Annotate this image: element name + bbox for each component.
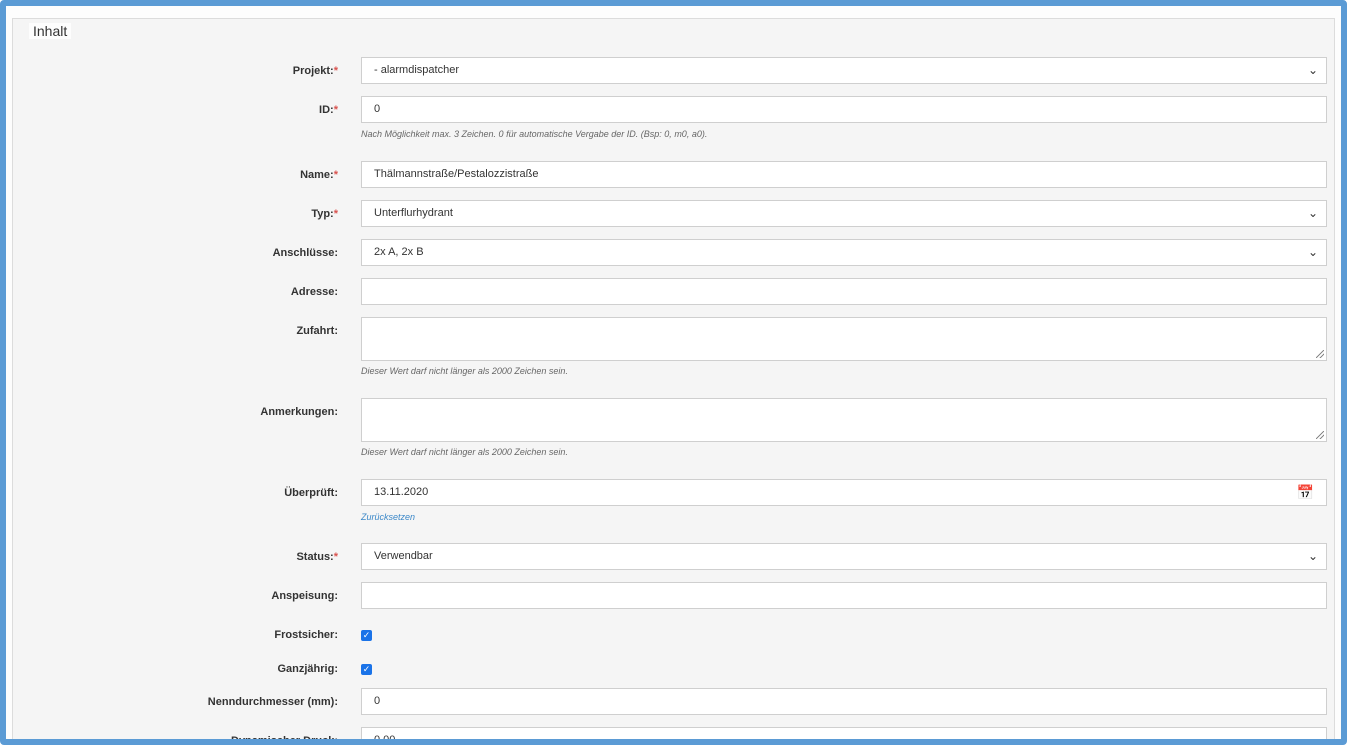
anschluesse-label: Anschlüsse: [272,247,338,259]
checkmark-icon: ✓ [362,664,371,674]
anmerkungen-label: Anmerkungen: [260,406,338,418]
anmerkungen-textarea[interactable] [361,398,1327,442]
dynamischer-druck-input[interactable]: 0.00 [361,727,1327,739]
projekt-label: Projekt:* [292,65,338,77]
ganzjaehrig-checkbox[interactable]: ✓ [361,664,372,675]
zufahrt-label: Zufahrt: [296,325,338,337]
anspeisung-label: Anspeisung: [271,590,338,602]
status-select[interactable]: Verwendbar ⌄ [361,543,1327,570]
zufahrt-help-text: Dieser Wert darf nicht länger als 2000 Z… [361,366,568,376]
id-label: ID:* [319,104,338,116]
chevron-down-icon: ⌄ [1307,63,1318,77]
typ-select[interactable]: Unterflurhydrant ⌄ [361,200,1327,227]
nenndurchmesser-input[interactable]: 0 [361,688,1327,715]
name-label: Name:* [300,169,338,181]
resize-grip-icon[interactable] [1316,350,1324,358]
ganzjaehrig-label: Ganzjährig: [277,663,338,675]
id-help-text: Nach Möglichkeit max. 3 Zeichen. 0 für a… [361,129,708,139]
adresse-input[interactable] [361,278,1327,305]
dynamischer-druck-label: Dynamischer Druck: [231,735,338,745]
anschluesse-select[interactable]: 2x A, 2x B ⌄ [361,239,1327,266]
anspeisung-input[interactable] [361,582,1327,609]
zufahrt-textarea[interactable] [361,317,1327,361]
name-input[interactable]: Thälmannstraße/Pestalozzistraße [361,161,1327,188]
projekt-select[interactable]: - alarmdispatcher ⌄ [361,57,1327,84]
anmerkungen-help-text: Dieser Wert darf nicht länger als 2000 Z… [361,447,568,457]
zuruecksetzen-link[interactable]: Zurücksetzen [361,512,415,522]
typ-label: Typ:* [311,208,338,220]
ueberprueft-label: Überprüft: [284,487,338,499]
resize-grip-icon[interactable] [1316,431,1324,439]
projekt-value: - alarmdispatcher [374,64,459,76]
frostsicher-label: Frostsicher: [274,629,338,641]
chevron-down-icon: ⌄ [1307,245,1318,259]
frostsicher-checkbox[interactable]: ✓ [361,630,372,641]
status-label: Status:* [296,551,338,563]
chevron-down-icon: ⌄ [1307,549,1318,563]
checkmark-icon: ✓ [362,630,371,640]
window-frame: Inhalt Projekt:* - alarmdispatcher ⌄ ID:… [0,0,1347,745]
adresse-label: Adresse: [290,286,338,298]
id-input[interactable]: 0 [361,96,1327,123]
chevron-down-icon: ⌄ [1307,206,1318,220]
fieldset-legend: Inhalt [29,23,72,39]
ueberprueft-date-input[interactable]: 13.11.2020 📅 [361,479,1327,506]
calendar-icon[interactable]: 📅 [1297,480,1314,505]
fieldset-inhalt: Inhalt Projekt:* - alarmdispatcher ⌄ ID:… [12,18,1335,745]
nenndurchmesser-label: Nenndurchmesser (mm): [207,696,338,708]
